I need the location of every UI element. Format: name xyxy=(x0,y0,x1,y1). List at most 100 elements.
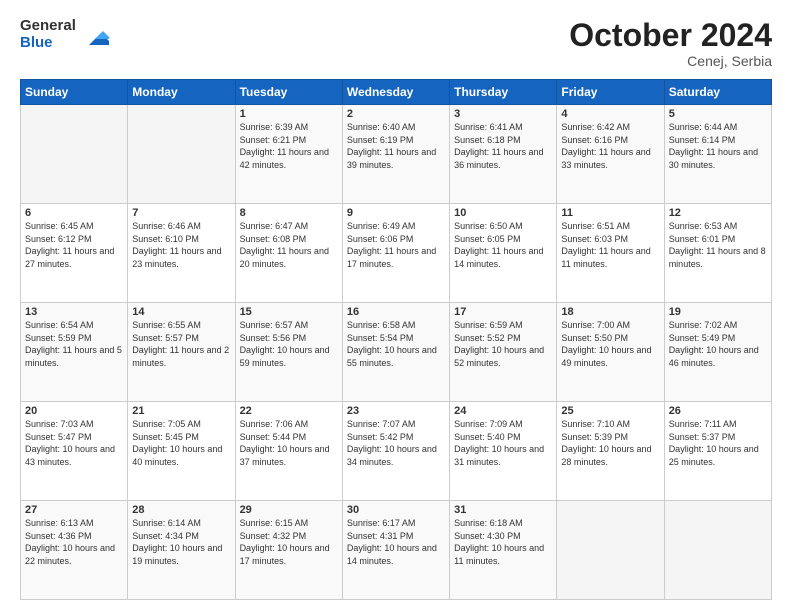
day-info: Sunrise: 6:59 AMSunset: 5:52 PMDaylight:… xyxy=(454,319,552,369)
day-info: Sunrise: 7:03 AMSunset: 5:47 PMDaylight:… xyxy=(25,418,123,468)
calendar-cell xyxy=(664,501,771,600)
day-number: 28 xyxy=(132,504,230,516)
calendar-week-row: 13Sunrise: 6:54 AMSunset: 5:59 PMDayligh… xyxy=(21,303,772,402)
calendar-cell: 4Sunrise: 6:42 AMSunset: 6:16 PMDaylight… xyxy=(557,105,664,204)
calendar-cell xyxy=(557,501,664,600)
day-info: Sunrise: 7:10 AMSunset: 5:39 PMDaylight:… xyxy=(561,418,659,468)
day-info: Sunrise: 7:06 AMSunset: 5:44 PMDaylight:… xyxy=(240,418,338,468)
calendar-cell: 20Sunrise: 7:03 AMSunset: 5:47 PMDayligh… xyxy=(21,402,128,501)
calendar-week-row: 20Sunrise: 7:03 AMSunset: 5:47 PMDayligh… xyxy=(21,402,772,501)
calendar-cell xyxy=(128,105,235,204)
day-number: 21 xyxy=(132,405,230,417)
calendar-cell: 9Sunrise: 6:49 AMSunset: 6:06 PMDaylight… xyxy=(342,204,449,303)
weekday-header: Thursday xyxy=(450,80,557,105)
calendar-cell: 29Sunrise: 6:15 AMSunset: 4:32 PMDayligh… xyxy=(235,501,342,600)
logo: General Blue xyxy=(20,18,109,51)
day-number: 13 xyxy=(25,306,123,318)
day-number: 22 xyxy=(240,405,338,417)
calendar-cell xyxy=(21,105,128,204)
day-info: Sunrise: 6:39 AMSunset: 6:21 PMDaylight:… xyxy=(240,121,338,171)
calendar-cell: 2Sunrise: 6:40 AMSunset: 6:19 PMDaylight… xyxy=(342,105,449,204)
logo-general-text: General xyxy=(20,18,76,35)
day-number: 5 xyxy=(669,108,767,120)
calendar-cell: 6Sunrise: 6:45 AMSunset: 6:12 PMDaylight… xyxy=(21,204,128,303)
day-info: Sunrise: 6:42 AMSunset: 6:16 PMDaylight:… xyxy=(561,121,659,171)
calendar-cell: 19Sunrise: 7:02 AMSunset: 5:49 PMDayligh… xyxy=(664,303,771,402)
weekday-header: Sunday xyxy=(21,80,128,105)
calendar-cell: 25Sunrise: 7:10 AMSunset: 5:39 PMDayligh… xyxy=(557,402,664,501)
day-info: Sunrise: 6:54 AMSunset: 5:59 PMDaylight:… xyxy=(25,319,123,369)
day-number: 23 xyxy=(347,405,445,417)
calendar-cell: 5Sunrise: 6:44 AMSunset: 6:14 PMDaylight… xyxy=(664,105,771,204)
day-info: Sunrise: 6:14 AMSunset: 4:34 PMDaylight:… xyxy=(132,517,230,567)
location: Cenej, Serbia xyxy=(569,53,772,69)
day-info: Sunrise: 6:15 AMSunset: 4:32 PMDaylight:… xyxy=(240,517,338,567)
day-number: 18 xyxy=(561,306,659,318)
day-number: 19 xyxy=(669,306,767,318)
calendar-cell: 3Sunrise: 6:41 AMSunset: 6:18 PMDaylight… xyxy=(450,105,557,204)
day-info: Sunrise: 6:40 AMSunset: 6:19 PMDaylight:… xyxy=(347,121,445,171)
calendar-cell: 31Sunrise: 6:18 AMSunset: 4:30 PMDayligh… xyxy=(450,501,557,600)
day-info: Sunrise: 6:45 AMSunset: 6:12 PMDaylight:… xyxy=(25,220,123,270)
calendar-cell: 17Sunrise: 6:59 AMSunset: 5:52 PMDayligh… xyxy=(450,303,557,402)
day-number: 3 xyxy=(454,108,552,120)
day-info: Sunrise: 6:44 AMSunset: 6:14 PMDaylight:… xyxy=(669,121,767,171)
day-info: Sunrise: 7:07 AMSunset: 5:42 PMDaylight:… xyxy=(347,418,445,468)
day-info: Sunrise: 6:49 AMSunset: 6:06 PMDaylight:… xyxy=(347,220,445,270)
calendar-cell: 15Sunrise: 6:57 AMSunset: 5:56 PMDayligh… xyxy=(235,303,342,402)
day-info: Sunrise: 6:17 AMSunset: 4:31 PMDaylight:… xyxy=(347,517,445,567)
day-number: 14 xyxy=(132,306,230,318)
calendar-cell: 24Sunrise: 7:09 AMSunset: 5:40 PMDayligh… xyxy=(450,402,557,501)
day-info: Sunrise: 6:58 AMSunset: 5:54 PMDaylight:… xyxy=(347,319,445,369)
day-info: Sunrise: 6:51 AMSunset: 6:03 PMDaylight:… xyxy=(561,220,659,270)
calendar-cell: 26Sunrise: 7:11 AMSunset: 5:37 PMDayligh… xyxy=(664,402,771,501)
calendar-cell: 7Sunrise: 6:46 AMSunset: 6:10 PMDaylight… xyxy=(128,204,235,303)
day-number: 7 xyxy=(132,207,230,219)
calendar-cell: 12Sunrise: 6:53 AMSunset: 6:01 PMDayligh… xyxy=(664,204,771,303)
day-number: 6 xyxy=(25,207,123,219)
weekday-header: Friday xyxy=(557,80,664,105)
calendar-cell: 21Sunrise: 7:05 AMSunset: 5:45 PMDayligh… xyxy=(128,402,235,501)
day-number: 30 xyxy=(347,504,445,516)
day-info: Sunrise: 6:50 AMSunset: 6:05 PMDaylight:… xyxy=(454,220,552,270)
day-info: Sunrise: 6:53 AMSunset: 6:01 PMDaylight:… xyxy=(669,220,767,270)
day-number: 16 xyxy=(347,306,445,318)
calendar-cell: 14Sunrise: 6:55 AMSunset: 5:57 PMDayligh… xyxy=(128,303,235,402)
logo-blue-text: Blue xyxy=(20,35,76,52)
calendar-cell: 28Sunrise: 6:14 AMSunset: 4:34 PMDayligh… xyxy=(128,501,235,600)
calendar-cell: 30Sunrise: 6:17 AMSunset: 4:31 PMDayligh… xyxy=(342,501,449,600)
day-number: 12 xyxy=(669,207,767,219)
day-number: 26 xyxy=(669,405,767,417)
logo-icon xyxy=(81,21,109,49)
day-number: 8 xyxy=(240,207,338,219)
weekday-header: Tuesday xyxy=(235,80,342,105)
day-info: Sunrise: 6:46 AMSunset: 6:10 PMDaylight:… xyxy=(132,220,230,270)
header: General Blue October 2024 Cenej, Serbia xyxy=(20,18,772,69)
calendar-cell: 27Sunrise: 6:13 AMSunset: 4:36 PMDayligh… xyxy=(21,501,128,600)
day-info: Sunrise: 6:13 AMSunset: 4:36 PMDaylight:… xyxy=(25,517,123,567)
day-number: 24 xyxy=(454,405,552,417)
day-info: Sunrise: 6:57 AMSunset: 5:56 PMDaylight:… xyxy=(240,319,338,369)
calendar-week-row: 6Sunrise: 6:45 AMSunset: 6:12 PMDaylight… xyxy=(21,204,772,303)
calendar-cell: 10Sunrise: 6:50 AMSunset: 6:05 PMDayligh… xyxy=(450,204,557,303)
calendar-table: SundayMondayTuesdayWednesdayThursdayFrid… xyxy=(20,79,772,600)
calendar-cell: 22Sunrise: 7:06 AMSunset: 5:44 PMDayligh… xyxy=(235,402,342,501)
day-number: 27 xyxy=(25,504,123,516)
day-number: 15 xyxy=(240,306,338,318)
day-info: Sunrise: 6:55 AMSunset: 5:57 PMDaylight:… xyxy=(132,319,230,369)
day-info: Sunrise: 6:18 AMSunset: 4:30 PMDaylight:… xyxy=(454,517,552,567)
day-number: 1 xyxy=(240,108,338,120)
day-number: 4 xyxy=(561,108,659,120)
calendar-cell: 1Sunrise: 6:39 AMSunset: 6:21 PMDaylight… xyxy=(235,105,342,204)
calendar-header-row: SundayMondayTuesdayWednesdayThursdayFrid… xyxy=(21,80,772,105)
calendar-week-row: 27Sunrise: 6:13 AMSunset: 4:36 PMDayligh… xyxy=(21,501,772,600)
calendar-cell: 13Sunrise: 6:54 AMSunset: 5:59 PMDayligh… xyxy=(21,303,128,402)
calendar-cell: 11Sunrise: 6:51 AMSunset: 6:03 PMDayligh… xyxy=(557,204,664,303)
day-number: 17 xyxy=(454,306,552,318)
day-number: 11 xyxy=(561,207,659,219)
weekday-header: Monday xyxy=(128,80,235,105)
day-number: 9 xyxy=(347,207,445,219)
day-number: 20 xyxy=(25,405,123,417)
day-number: 10 xyxy=(454,207,552,219)
title-section: October 2024 Cenej, Serbia xyxy=(569,18,772,69)
